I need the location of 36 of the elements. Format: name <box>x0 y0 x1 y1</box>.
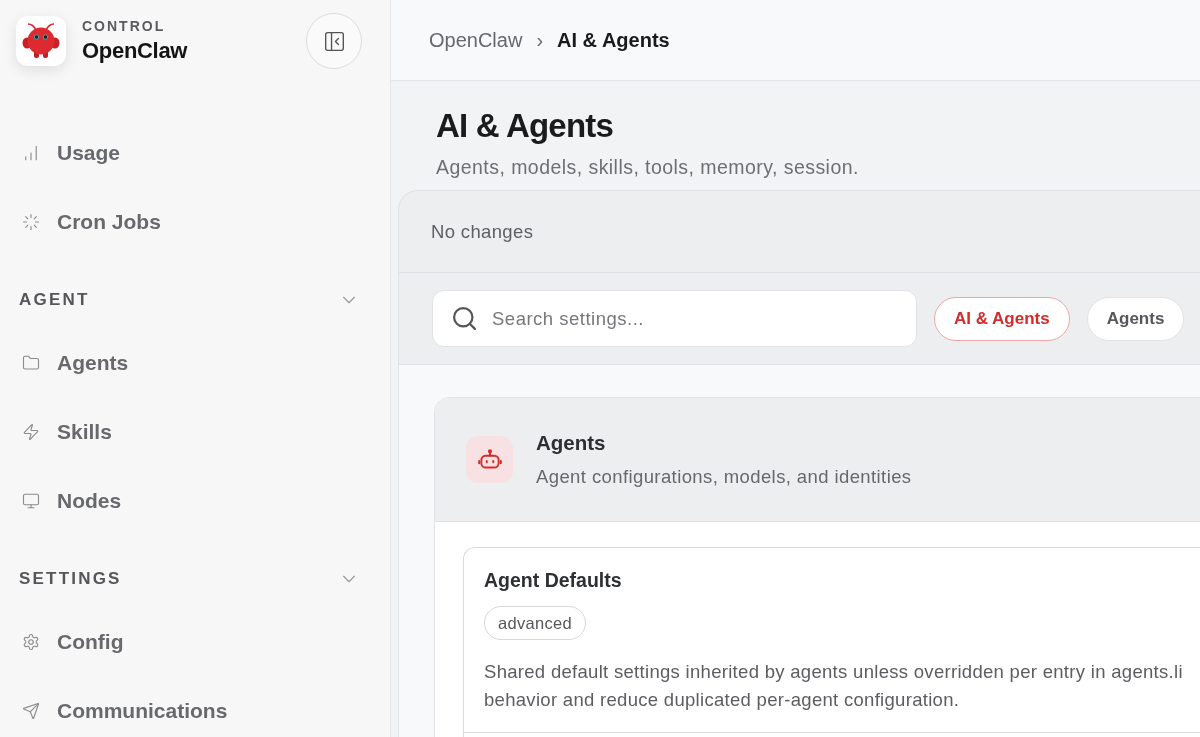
panel-left-icon <box>324 31 344 51</box>
section-subtitle: Agent configurations, models, and identities <box>536 464 912 489</box>
brand-name: OpenClaw <box>82 37 188 65</box>
nav-item[interactable]: Cron Jobs <box>16 198 167 246</box>
group-title: Agent Defaults <box>484 568 622 592</box>
page-subtitle: Agents, models, skills, tools, memory, session. <box>436 155 859 179</box>
lightning-icon <box>22 423 40 441</box>
paper-plane-icon <box>22 702 40 720</box>
group-description: Shared default settings inherited by agents unless overridden per entry in agents.li behavior and reduce duplicated per-agent configuration. <box>484 660 1183 712</box>
monitor-icon <box>22 492 40 510</box>
breadcrumb-link[interactable]: OpenClaw <box>429 28 523 52</box>
breadcrumb-separator: › <box>536 28 544 52</box>
nav-item[interactable]: Agents <box>16 339 135 387</box>
nav-item[interactable]: Nodes <box>16 477 128 525</box>
search-field[interactable]: Search settings... <box>432 290 917 347</box>
nav-item[interactable]: Config <box>16 618 130 666</box>
collapse-sidebar-button[interactable] <box>306 13 362 69</box>
loader-icon <box>22 213 40 231</box>
page-title: AI & Agents <box>436 106 613 146</box>
nav-item[interactable]: Communications <box>16 687 234 735</box>
filter-chip[interactable]: AI & Agents <box>934 296 1070 341</box>
section-header[interactable]: SETTINGS <box>16 567 374 591</box>
section-title: Agents <box>536 430 606 455</box>
nav-item[interactable]: Usage <box>16 129 127 177</box>
nav-item[interactable]: Skills <box>16 408 118 456</box>
search-icon <box>453 307 476 330</box>
bar-chart-icon <box>22 144 40 162</box>
brand-kicker: CONTROL <box>82 17 166 35</box>
folder-icon <box>22 354 40 372</box>
filter-chip[interactable]: Agents <box>1086 296 1185 341</box>
robot-icon <box>466 436 513 483</box>
breadcrumb-current: AI & Agents <box>557 28 670 52</box>
creature-logo-icon <box>16 16 66 66</box>
section-header[interactable]: AGENT <box>16 288 374 312</box>
gear-icon <box>22 633 40 651</box>
status-text: No changes <box>431 220 534 243</box>
